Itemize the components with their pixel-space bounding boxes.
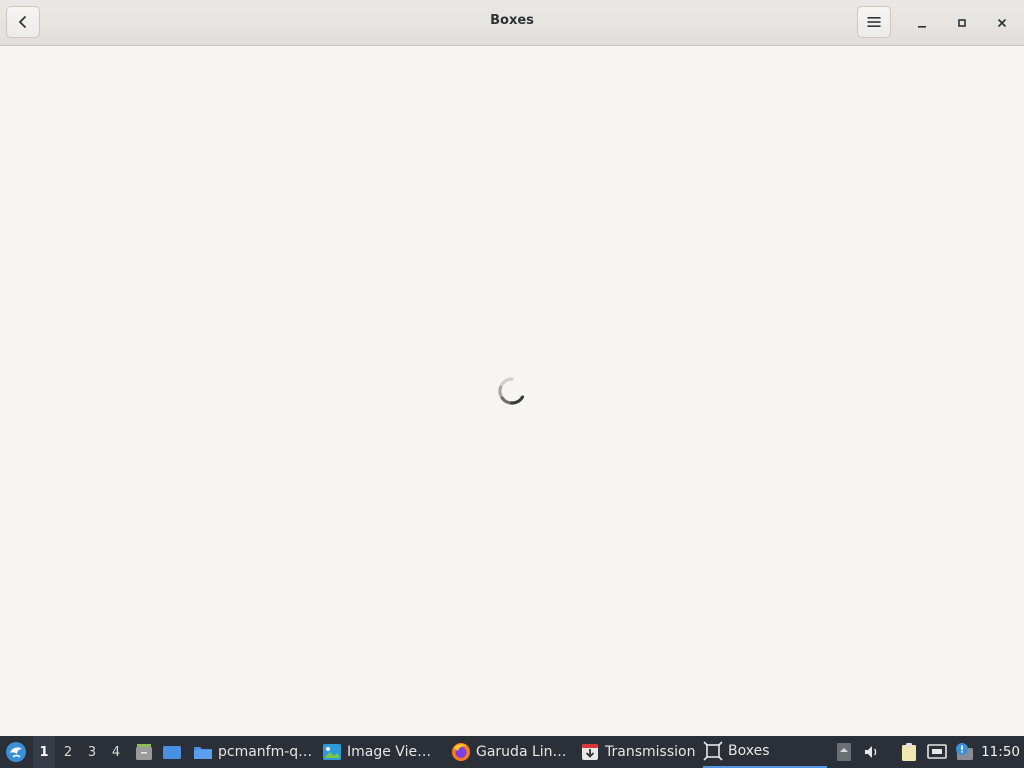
workspace-4[interactable]: 4	[105, 736, 127, 768]
file-cabinet-icon	[136, 744, 152, 760]
header-bar: Boxes	[0, 0, 1024, 46]
firefox-icon	[452, 743, 470, 761]
hamburger-menu-icon	[867, 17, 881, 27]
task-image-viewer[interactable]: Image Vie…	[322, 736, 446, 768]
clipboard-icon	[902, 743, 916, 761]
clipboard-button[interactable]	[897, 736, 921, 768]
boxes-icon	[703, 741, 723, 761]
tray-show-hidden-button[interactable]	[832, 736, 856, 768]
transmission-icon	[582, 744, 598, 760]
taskbar: 1 2 3 4 pcmanfm-q… Image Vie… Garuda Lin…	[0, 736, 1024, 768]
workspace-2[interactable]: 2	[57, 736, 79, 768]
workspace-1[interactable]: 1	[33, 736, 55, 768]
app-launcher-button[interactable]	[2, 736, 30, 768]
task-label: Boxes	[728, 743, 770, 759]
menu-button[interactable]	[857, 6, 891, 38]
notifications-button[interactable]	[952, 736, 976, 768]
task-transmission[interactable]: Transmission	[580, 736, 698, 768]
minimize-icon	[918, 26, 926, 28]
garuda-logo-icon	[6, 742, 26, 762]
volume-icon	[865, 746, 877, 758]
task-label: Transmission	[605, 744, 696, 760]
network-button[interactable]	[925, 736, 949, 768]
loading-spinner-icon	[498, 377, 525, 405]
task-label: Garuda Lin…	[476, 744, 567, 760]
task-label: pcmanfm-q…	[218, 744, 313, 760]
maximize-icon	[958, 19, 966, 27]
update-notification-icon	[956, 743, 973, 760]
main-content	[0, 46, 1024, 736]
quicklaunch-desktop[interactable]	[159, 736, 185, 768]
folder-icon	[194, 747, 212, 759]
show-desktop-icon	[163, 746, 181, 759]
task-boxes[interactable]: Boxes	[703, 736, 827, 768]
chevron-up-icon	[837, 743, 851, 761]
task-pcmanfm[interactable]: pcmanfm-q…	[193, 736, 317, 768]
close-button[interactable]	[990, 11, 1014, 35]
image-viewer-icon	[323, 744, 341, 760]
task-label: Image Vie…	[347, 744, 432, 760]
clock[interactable]: 11:50	[981, 736, 1020, 768]
maximize-button[interactable]	[950, 11, 974, 35]
workspace-3[interactable]: 3	[81, 736, 103, 768]
quicklaunch-file-manager[interactable]	[131, 736, 157, 768]
volume-button[interactable]	[860, 736, 884, 768]
close-icon	[997, 18, 1007, 28]
network-icon	[927, 744, 947, 759]
task-firefox[interactable]: Garuda Lin…	[451, 736, 575, 768]
minimize-button[interactable]	[910, 11, 934, 35]
